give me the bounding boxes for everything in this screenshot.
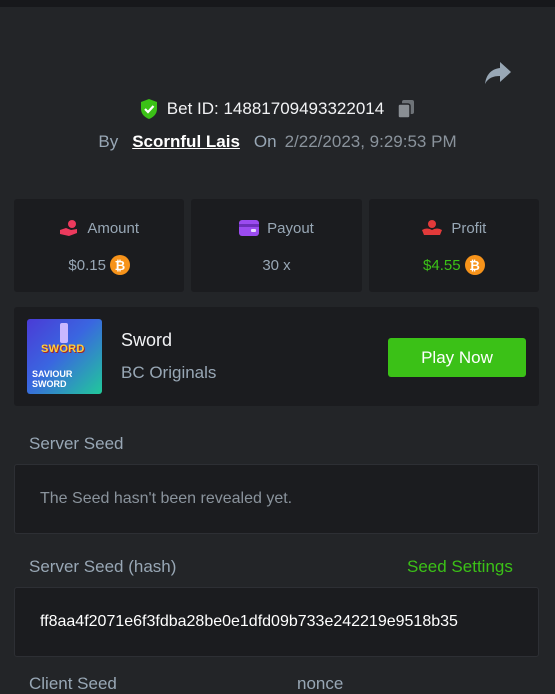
server-seed-box: The Seed hasn't been revealed yet. (14, 464, 539, 534)
bet-author-row: By Scornful Lais On 2/22/2023, 9:29:53 P… (0, 130, 555, 154)
profit-value: $4.55 (423, 256, 461, 274)
amount-value: $0.15 (68, 256, 106, 274)
amount-label: Amount (87, 219, 140, 237)
play-now-button[interactable]: Play Now (388, 338, 526, 377)
payout-value: 30 x (262, 256, 291, 274)
game-provider: BC Originals (121, 363, 217, 382)
bet-id: Bet ID: 14881709493322014 (166, 99, 385, 118)
client-seed-label: Client Seed (29, 674, 117, 693)
user-link[interactable]: Scornful Lais (132, 132, 240, 152)
server-seed-label: Server Seed (29, 434, 124, 453)
top-strip (0, 0, 555, 7)
wallet-icon (239, 220, 260, 236)
profit-label: Profit (451, 219, 487, 237)
bet-stats: Amount $0.15 ₿ Payout 30 x Profit $4.55 … (14, 199, 539, 292)
on-label: On (253, 132, 277, 151)
game-card: SWORD SAVIOUR SWORD Sword BC Originals P… (14, 307, 539, 406)
nonce-label: nonce (297, 674, 344, 693)
share-icon[interactable] (484, 60, 512, 86)
thumb-subtitle: SAVIOUR SWORD (32, 369, 73, 389)
bet-date: 2/22/2023, 9:29:53 PM (284, 132, 457, 151)
bitcoin-icon: ₿ (464, 255, 485, 275)
game-thumbnail[interactable]: SWORD SAVIOUR SWORD (27, 319, 102, 394)
server-seed-value: The Seed hasn't been revealed yet. (40, 490, 293, 507)
sword-art (60, 323, 68, 343)
payout-label: Payout (267, 219, 314, 237)
copy-icon[interactable] (396, 99, 416, 119)
bitcoin-icon: ₿ (109, 255, 130, 275)
stat-amount: Amount $0.15 ₿ (14, 199, 185, 292)
coins-hand-icon (60, 220, 78, 236)
shield-check-icon (140, 99, 157, 119)
seed-settings-link[interactable]: Seed Settings (407, 557, 513, 577)
by-label: By (98, 132, 119, 151)
stat-profit: Profit $4.55 ₿ (368, 199, 539, 292)
thumb-title: SWORD (41, 343, 85, 355)
server-seed-hash-box[interactable]: ff8aa4f2071e6f3fdba28be0e1dfd09b733e2422… (14, 587, 539, 657)
bet-id-row: Bet ID: 14881709493322014 (0, 96, 555, 122)
server-seed-hash-label: Server Seed (hash) (29, 557, 177, 576)
stat-payout: Payout 30 x (191, 199, 362, 292)
server-seed-hash-value[interactable]: ff8aa4f2071e6f3fdba28be0e1dfd09b733e2422… (40, 613, 527, 631)
profit-hand-icon (422, 220, 443, 235)
game-name[interactable]: Sword (121, 330, 172, 351)
